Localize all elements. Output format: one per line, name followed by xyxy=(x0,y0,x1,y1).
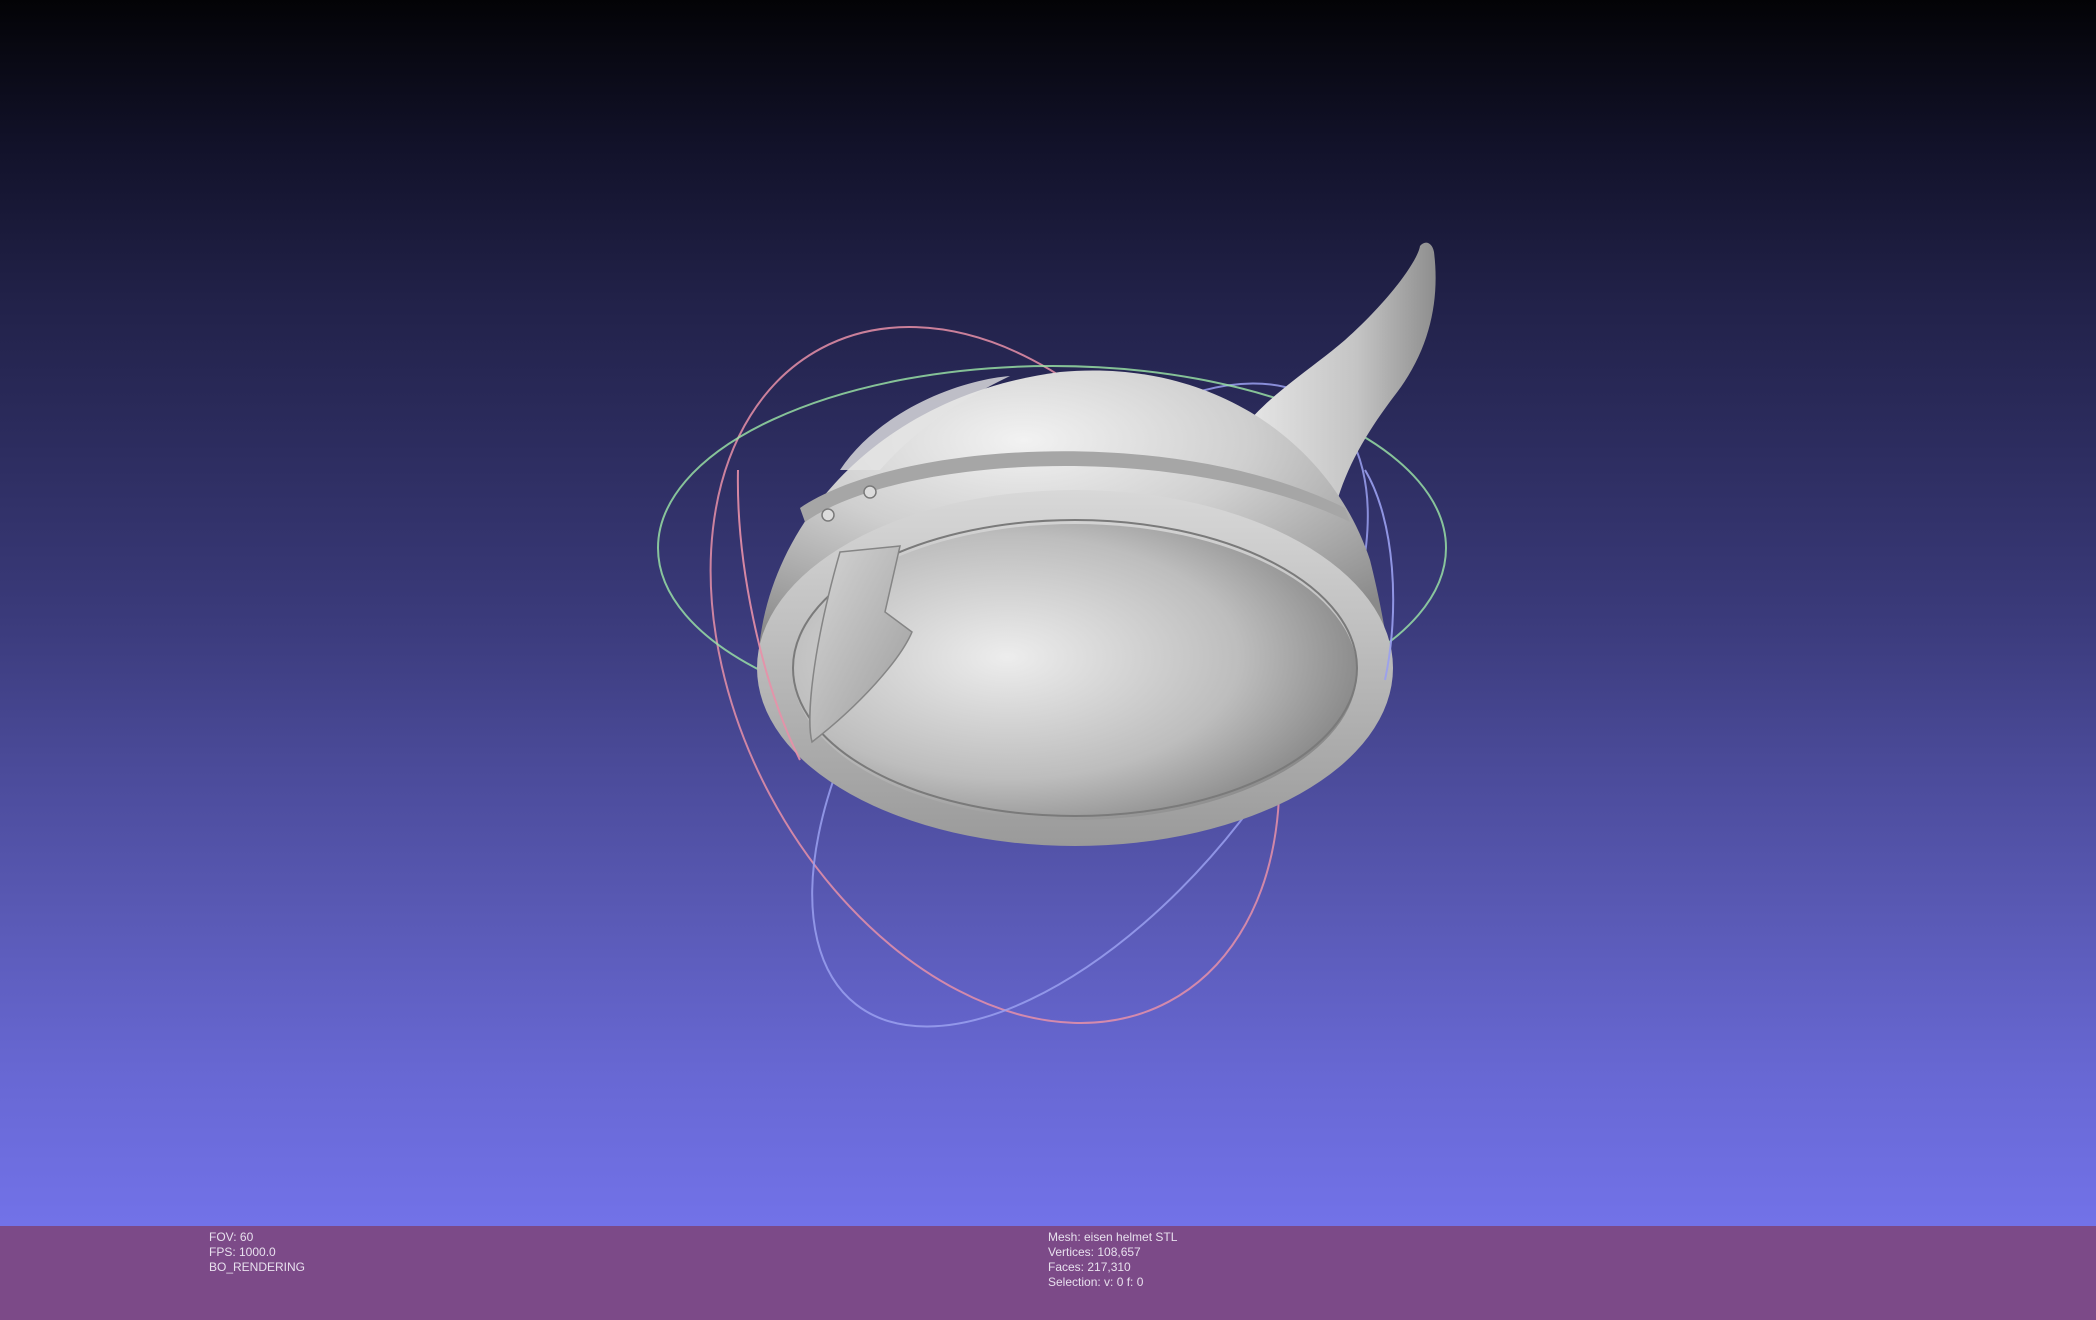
vertices-readout: Vertices: 108,657 xyxy=(1048,1245,1141,1259)
faces-readout: Faces: 217,310 xyxy=(1048,1260,1131,1274)
fps-readout: FPS: 1000.0 xyxy=(209,1245,276,1259)
selection-readout: Selection: v: 0 f: 0 xyxy=(1048,1275,1144,1289)
rivet xyxy=(821,508,835,522)
rivet xyxy=(863,485,877,499)
mesh-name-readout: Mesh: eisen helmet STL xyxy=(1048,1230,1178,1244)
scene-canvas[interactable] xyxy=(0,0,2096,1226)
status-infobar: FOV: 60 FPS: 1000.0 BO_RENDERING Mesh: e… xyxy=(0,1226,2096,1320)
mesh-info: Mesh: eisen helmet STL Vertices: 108,657… xyxy=(1048,1230,1177,1290)
3d-viewport[interactable] xyxy=(0,0,2096,1226)
render-mode-readout: BO_RENDERING xyxy=(209,1260,306,1274)
fov-readout: FOV: 60 xyxy=(209,1230,254,1244)
render-info: FOV: 60 FPS: 1000.0 BO_RENDERING xyxy=(209,1230,305,1275)
